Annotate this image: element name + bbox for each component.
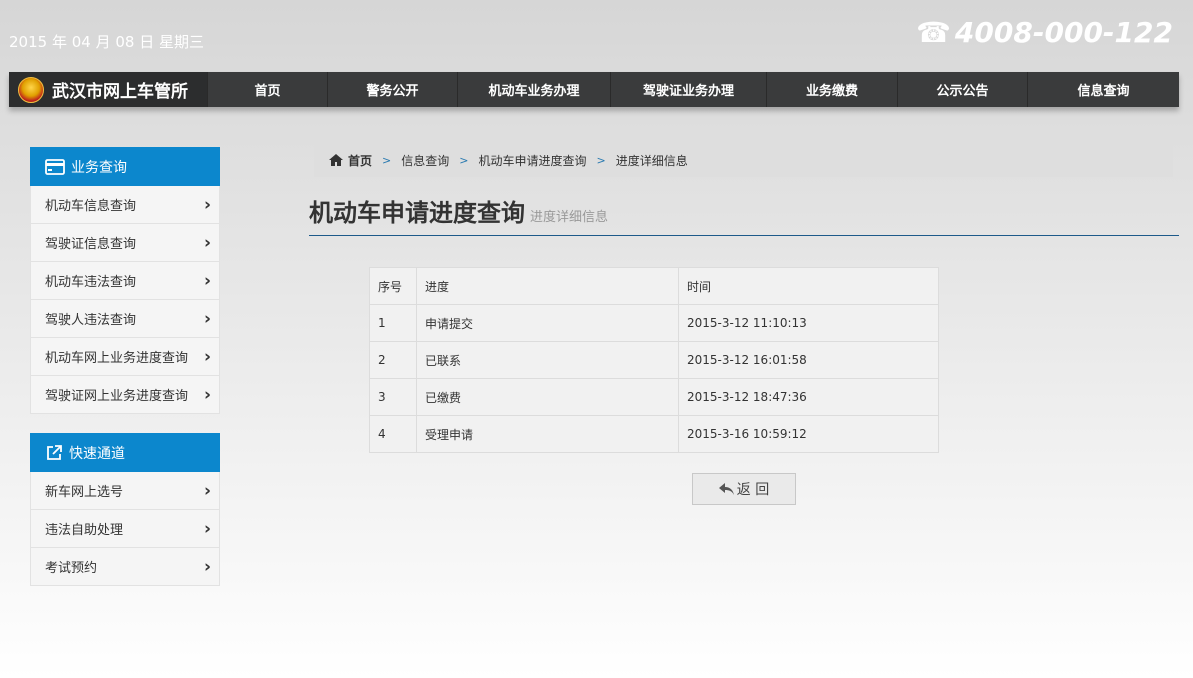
page-subtitle: 进度详细信息 bbox=[530, 210, 609, 225]
table-row: 3 已缴费 2015-3-12 18:47:36 bbox=[369, 378, 939, 416]
header-date: 2015 年 04 月 08 日 星期三 bbox=[9, 33, 204, 51]
breadcrumb: 首页 > 信息查询 > 机动车申请进度查询 > 进度详细信息 bbox=[314, 143, 1173, 177]
chevron-right-icon: › bbox=[203, 232, 211, 253]
nav-item-info-query[interactable]: 信息查询 bbox=[1027, 72, 1179, 107]
nav-item-vehicle-business[interactable]: 机动车业务办理 bbox=[457, 72, 610, 107]
chevron-right-icon: › bbox=[203, 518, 211, 539]
breadcrumb-info-query[interactable]: 信息查询 bbox=[401, 152, 449, 169]
sidebar-item-vehicle-info[interactable]: 机动车信息查询 › bbox=[30, 186, 220, 224]
breadcrumb-vehicle-progress[interactable]: 机动车申请进度查询 bbox=[478, 152, 586, 169]
breadcrumb-separator: > bbox=[382, 153, 392, 167]
cell-progress: 受理申请 bbox=[416, 415, 679, 453]
column-header-time: 时间 bbox=[678, 267, 939, 305]
table-row: 4 受理申请 2015-3-16 10:59:12 bbox=[369, 415, 939, 453]
chevron-right-icon: › bbox=[203, 480, 211, 501]
phone-icon: ☎ bbox=[916, 16, 951, 49]
sidebar-item-plate-selection[interactable]: 新车网上选号 › bbox=[30, 472, 220, 510]
breadcrumb-separator: > bbox=[596, 153, 606, 167]
sidebar-item-license-progress[interactable]: 驾驶证网上业务进度查询 › bbox=[30, 376, 220, 414]
sidebar-item-self-service-violation[interactable]: 违法自助处理 › bbox=[30, 510, 220, 548]
sidebar-section-business-query: 业务查询 机动车信息查询 › 驾驶证信息查询 › 机动车违法查询 › 驾驶人违法查询 ›… bbox=[30, 147, 220, 414]
breadcrumb-separator: > bbox=[459, 153, 469, 167]
breadcrumb-home[interactable]: 首页 bbox=[348, 152, 372, 169]
sidebar-item-exam-booking[interactable]: 考试预约 › bbox=[30, 548, 220, 586]
sidebar-header-label: 快速通道 bbox=[69, 445, 125, 462]
chevron-right-icon: › bbox=[203, 270, 211, 291]
sidebar-item-vehicle-progress[interactable]: 机动车网上业务进度查询 › bbox=[30, 338, 220, 376]
progress-table: 序号 进度 时间 1 申请提交 2015-3-12 11:10:13 2 已联系… bbox=[369, 267, 939, 453]
title-divider bbox=[309, 235, 1179, 236]
sidebar-item-vehicle-violation[interactable]: 机动车违法查询 › bbox=[30, 262, 220, 300]
chevron-right-icon: › bbox=[203, 308, 211, 329]
chevron-right-icon: › bbox=[203, 346, 211, 367]
card-icon bbox=[45, 158, 65, 175]
page-title: 机动车申请进度查询 进度详细信息 bbox=[309, 193, 608, 228]
column-header-index: 序号 bbox=[369, 267, 417, 305]
nav-menu: 首页 警务公开 机动车业务办理 驾驶证业务办理 业务缴费 公示公告 信息查询 bbox=[207, 72, 1179, 107]
cell-index: 4 bbox=[369, 415, 417, 453]
top-nav: 武汉市网上车管所 首页 警务公开 机动车业务办理 驾驶证业务办理 业务缴费 公示… bbox=[9, 72, 1179, 107]
external-link-icon bbox=[45, 444, 63, 462]
hotline: ☎ 4008-000-122 bbox=[916, 16, 1173, 49]
hotline-number: 4008-000-122 bbox=[954, 16, 1173, 49]
chevron-right-icon: › bbox=[203, 556, 211, 577]
back-button-label: 返 回 bbox=[736, 482, 770, 498]
table-row: 2 已联系 2015-3-12 16:01:58 bbox=[369, 341, 939, 379]
cell-progress: 申请提交 bbox=[416, 304, 679, 342]
nav-item-payment[interactable]: 业务缴费 bbox=[766, 72, 897, 107]
table-header-row: 序号 进度 时间 bbox=[369, 267, 939, 305]
sidebar-item-driver-violation[interactable]: 驾驶人违法查询 › bbox=[30, 300, 220, 338]
cell-index: 2 bbox=[369, 341, 417, 379]
cell-progress: 已缴费 bbox=[416, 378, 679, 416]
police-badge-icon bbox=[18, 76, 44, 103]
reply-arrow-icon bbox=[718, 483, 734, 495]
table-row: 1 申请提交 2015-3-12 11:10:13 bbox=[369, 304, 939, 342]
brand-name: 武汉市网上车管所 bbox=[52, 82, 188, 102]
cell-time: 2015-3-16 10:59:12 bbox=[678, 415, 939, 453]
sidebar-section-quick-access: 快速通道 新车网上选号 › 违法自助处理 › 考试预约 › bbox=[30, 433, 220, 586]
page-title-text: 机动车申请进度查询 bbox=[309, 199, 525, 227]
home-icon bbox=[329, 154, 343, 166]
cell-time: 2015-3-12 16:01:58 bbox=[678, 341, 939, 379]
cell-time: 2015-3-12 18:47:36 bbox=[678, 378, 939, 416]
nav-item-police-affairs[interactable]: 警务公开 bbox=[327, 72, 457, 107]
chevron-right-icon: › bbox=[203, 194, 211, 215]
cell-index: 1 bbox=[369, 304, 417, 342]
breadcrumb-current: 进度详细信息 bbox=[615, 153, 688, 168]
cell-index: 3 bbox=[369, 378, 417, 416]
cell-time: 2015-3-12 11:10:13 bbox=[678, 304, 939, 342]
sidebar-header: 业务查询 bbox=[30, 147, 220, 186]
nav-item-license-business[interactable]: 驾驶证业务办理 bbox=[610, 72, 766, 107]
sidebar-header-label: 业务查询 bbox=[71, 159, 127, 176]
cell-progress: 已联系 bbox=[416, 341, 679, 379]
chevron-right-icon: › bbox=[203, 384, 211, 405]
nav-item-home[interactable]: 首页 bbox=[207, 72, 327, 107]
nav-item-announcements[interactable]: 公示公告 bbox=[897, 72, 1027, 107]
column-header-progress: 进度 bbox=[416, 267, 679, 305]
back-button[interactable]: 返 回 bbox=[692, 473, 796, 505]
sidebar-header: 快速通道 bbox=[30, 433, 220, 472]
brand-logo[interactable]: 武汉市网上车管所 bbox=[9, 72, 207, 107]
sidebar-item-license-info[interactable]: 驾驶证信息查询 › bbox=[30, 224, 220, 262]
